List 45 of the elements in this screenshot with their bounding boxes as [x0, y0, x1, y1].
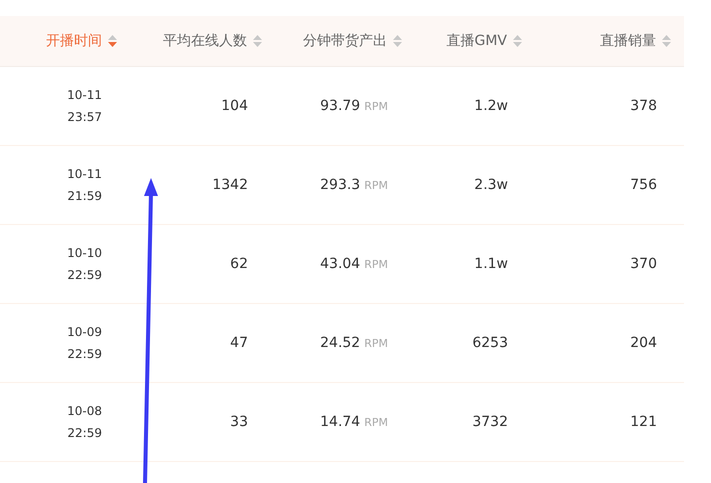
unit-text: RPM: [364, 416, 388, 428]
time-text: 21:59: [67, 189, 102, 203]
sort-icon[interactable]: [252, 34, 263, 48]
unit-text: RPM: [364, 336, 388, 350]
table-cell: 1342: [212, 177, 248, 193]
table-cell: 756: [630, 177, 657, 193]
time-text: 22:59: [67, 268, 102, 282]
table-cell: 204: [630, 335, 657, 351]
table-cell: 293.3: [320, 177, 360, 193]
time-text: 22:59: [67, 347, 102, 361]
table-cell: 1.1w: [474, 256, 508, 272]
table-cell: 6253: [472, 335, 508, 351]
unit-text: RPM: [364, 100, 388, 112]
time-text: 23:57: [67, 110, 102, 124]
column-header[interactable]: 直播GMV: [446, 32, 507, 50]
column-header[interactable]: 直播销量: [600, 32, 656, 50]
table-cell: 24.52: [320, 335, 360, 351]
sort-icon[interactable]: [107, 34, 118, 48]
table-cell: 121: [630, 414, 657, 430]
column-header[interactable]: 分钟带货产出: [303, 32, 387, 50]
sort-icon[interactable]: [512, 34, 523, 48]
table-cell: 104: [221, 98, 248, 114]
column-header[interactable]: 平均在线人数: [163, 32, 247, 50]
table-cell: 3732: [472, 414, 508, 430]
table-cell: 1.2w: [474, 98, 508, 114]
table-cell: 370: [630, 256, 657, 272]
table-cell: 14.74: [320, 414, 360, 430]
time-text: 22:59: [67, 426, 102, 440]
table-cell: 62: [230, 256, 248, 272]
unit-text: RPM: [364, 178, 388, 192]
table-cell: 378: [630, 98, 657, 114]
date-text: 10-10: [67, 246, 102, 260]
column-header[interactable]: 开播时间: [46, 32, 102, 50]
sort-icon[interactable]: [661, 34, 672, 48]
sort-icon[interactable]: [392, 34, 403, 48]
date-text: 10-08: [67, 404, 102, 418]
unit-text: RPM: [364, 258, 388, 270]
date-text: 10-11: [67, 167, 102, 181]
table-cell: 93.79: [320, 98, 360, 114]
date-text: 10-09: [67, 325, 102, 339]
date-text: 10-11: [67, 88, 102, 102]
table-cell: 2.3w: [474, 177, 508, 193]
table-cell: 43.04: [320, 256, 360, 272]
table-cell: 47: [230, 335, 248, 351]
table-cell: 33: [230, 414, 248, 430]
